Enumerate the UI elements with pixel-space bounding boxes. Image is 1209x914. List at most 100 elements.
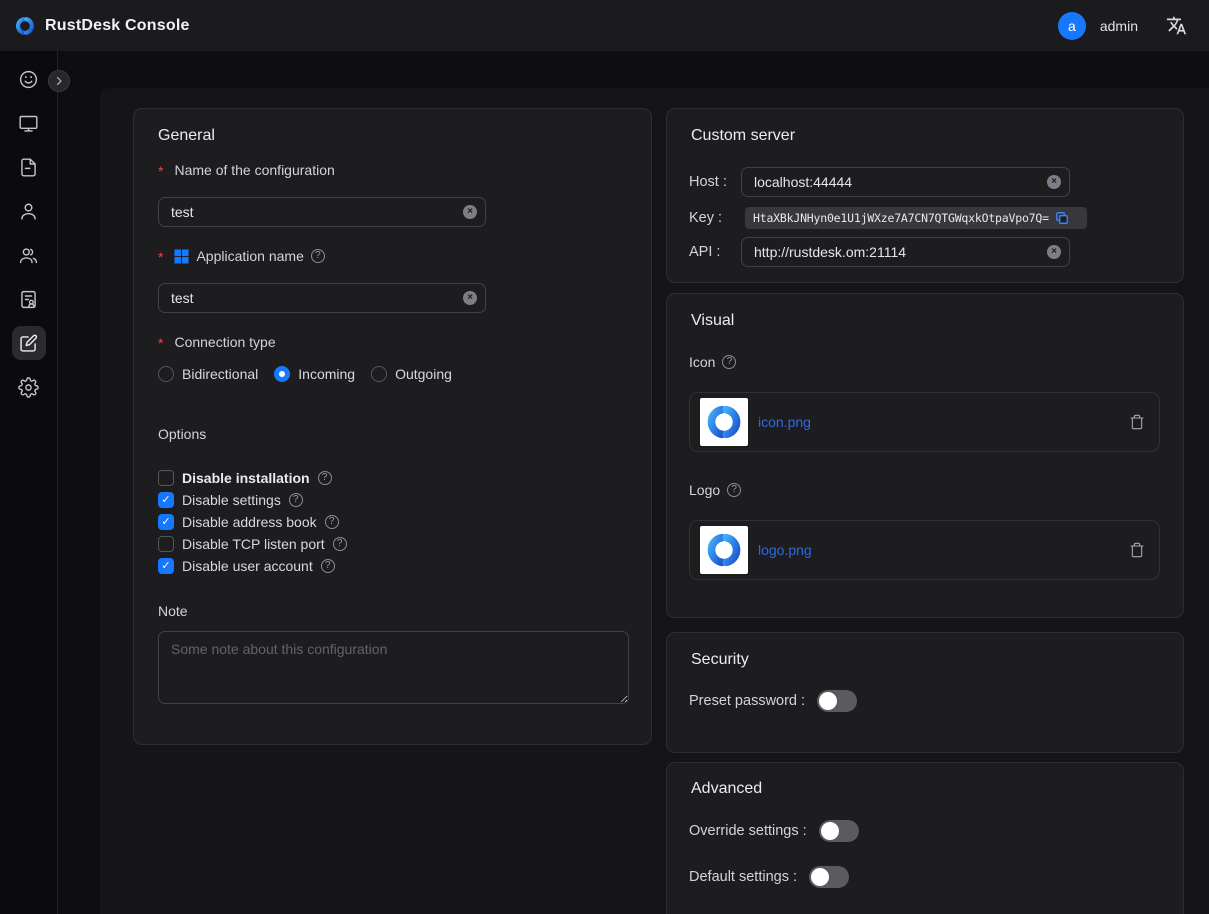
override-settings-label: Override settings : <box>689 823 807 839</box>
disable-address-book-checkbox[interactable] <box>158 514 174 530</box>
option-disable-settings: Disable settings ? <box>158 489 303 511</box>
edit-config-icon <box>12 326 46 360</box>
general-card-title: General <box>158 127 215 145</box>
logo-thumbnail <box>700 526 748 574</box>
top-bar: RustDesk Console a admin <box>0 0 1209 51</box>
preset-password-label: Preset password : <box>689 693 805 709</box>
sidebar-item-dashboard[interactable] <box>3 57 55 101</box>
key-label: Key : <box>689 207 722 229</box>
option-disable-tcp-listen-port: Disable TCP listen port ? <box>158 533 347 555</box>
icon-file-link[interactable]: icon.png <box>758 414 811 430</box>
security-card: Security Preset password : <box>666 632 1184 753</box>
override-settings-toggle[interactable] <box>819 820 859 842</box>
visual-card: Visual Icon ? icon.png Logo ? logo.png <box>666 293 1184 618</box>
advanced-card-title: Advanced <box>691 780 762 798</box>
settings-icon <box>18 377 39 398</box>
windows-icon <box>174 249 189 264</box>
content-panel: General Name of the configuration × Appl… <box>100 88 1209 914</box>
disable-settings-help-icon[interactable]: ? <box>289 493 303 507</box>
note-textarea[interactable] <box>158 631 629 704</box>
rustdesk-logo-icon <box>14 15 36 37</box>
user-icon <box>18 201 39 222</box>
disable-installation-checkbox[interactable] <box>158 470 174 486</box>
key-value: HtaXBkJNHyn0e1U1jWXze7A7CN7QTGWqxkOtpaVp… <box>753 211 1049 225</box>
key-value-box: HtaXBkJNHyn0e1U1jWXze7A7CN7QTGWqxkOtpaVp… <box>745 207 1087 229</box>
icon-help-icon[interactable]: ? <box>722 355 736 369</box>
sidebar-item-audit[interactable] <box>3 277 55 321</box>
icon-thumbnail <box>700 398 748 446</box>
radio-outgoing[interactable]: Outgoing <box>371 366 452 382</box>
disable-address-book-help-icon[interactable]: ? <box>325 515 339 529</box>
username[interactable]: admin <box>1100 18 1138 34</box>
disable-installation-help-icon[interactable]: ? <box>318 471 332 485</box>
brand: RustDesk Console <box>14 15 190 37</box>
connection-type-label: Connection type <box>158 332 276 352</box>
radio-bidirectional[interactable]: Bidirectional <box>158 366 258 382</box>
security-card-title: Security <box>691 651 749 669</box>
host-input[interactable] <box>741 167 1070 197</box>
radio-bidirectional-control[interactable] <box>158 366 174 382</box>
sidebar-item-devices[interactable] <box>3 101 55 145</box>
option-disable-address-book: Disable address book ? <box>158 511 339 533</box>
preset-password-row: Preset password : <box>689 690 857 712</box>
default-settings-toggle[interactable] <box>809 866 849 888</box>
clear-host-icon[interactable]: × <box>1047 175 1061 189</box>
default-settings-label: Default settings : <box>689 869 797 885</box>
visual-card-title: Visual <box>691 312 734 330</box>
icon-file-row: icon.png <box>689 392 1160 452</box>
general-card: General Name of the configuration × Appl… <box>133 108 652 745</box>
sidebar-expand-button[interactable] <box>48 70 70 92</box>
custom-server-card: Custom server Host : × Key : HtaXBkJNHyn… <box>666 108 1184 283</box>
sidebar-item-groups[interactable] <box>3 233 55 277</box>
custom-server-card-title: Custom server <box>691 127 795 145</box>
sidebar-item-configurations[interactable] <box>3 321 55 365</box>
advanced-card: Advanced Override settings : Default set… <box>666 762 1184 914</box>
clear-application-name-icon[interactable]: × <box>463 291 477 305</box>
avatar-initial: a <box>1068 18 1076 34</box>
sidebar-item-users[interactable] <box>3 189 55 233</box>
logo-label: Logo ? <box>689 480 741 500</box>
note-label: Note <box>158 601 188 621</box>
logo-help-icon[interactable]: ? <box>727 483 741 497</box>
api-input[interactable] <box>741 237 1070 267</box>
clear-config-name-icon[interactable]: × <box>463 205 477 219</box>
disable-user-account-checkbox[interactable] <box>158 558 174 574</box>
application-name-input[interactable] <box>158 283 486 313</box>
api-label: API : <box>689 237 720 267</box>
disable-tcp-listen-port-checkbox[interactable] <box>158 536 174 552</box>
sidebar <box>0 51 58 914</box>
disable-tcp-listen-port-help-icon[interactable]: ? <box>333 537 347 551</box>
disable-settings-checkbox[interactable] <box>158 492 174 508</box>
clear-api-icon[interactable]: × <box>1047 245 1061 259</box>
copy-icon[interactable] <box>1055 211 1069 225</box>
connection-type-radio-group: Bidirectional Incoming Outgoing <box>158 364 452 384</box>
radio-outgoing-control[interactable] <box>371 366 387 382</box>
rustdesk-icon-preview <box>704 402 744 442</box>
radio-incoming-control[interactable] <box>274 366 290 382</box>
radio-incoming[interactable]: Incoming <box>274 366 355 382</box>
rustdesk-logo-preview <box>704 530 744 570</box>
app-title: RustDesk Console <box>45 17 190 35</box>
user-avatar[interactable]: a <box>1058 12 1086 40</box>
application-name-help-icon[interactable]: ? <box>311 249 325 263</box>
delete-icon-button[interactable] <box>1129 414 1145 430</box>
config-name-input[interactable] <box>158 197 486 227</box>
sidebar-item-logs[interactable] <box>3 145 55 189</box>
preset-password-toggle[interactable] <box>817 690 857 712</box>
trash-icon <box>1129 414 1145 430</box>
config-name-label: Name of the configuration <box>158 160 335 180</box>
options-label: Options <box>158 424 206 444</box>
option-disable-installation: Disable installation ? <box>158 467 332 489</box>
sidebar-item-settings[interactable] <box>3 365 55 409</box>
team-icon <box>18 245 39 266</box>
chevron-right-icon <box>53 75 65 87</box>
audit-log-icon <box>18 289 39 310</box>
document-icon <box>18 157 39 178</box>
delete-logo-button[interactable] <box>1129 542 1145 558</box>
monitor-icon <box>18 113 39 134</box>
disable-user-account-help-icon[interactable]: ? <box>321 559 335 573</box>
host-label: Host : <box>689 167 727 197</box>
logo-file-link[interactable]: logo.png <box>758 542 812 558</box>
translate-icon[interactable] <box>1166 15 1187 36</box>
logo-file-row: logo.png <box>689 520 1160 580</box>
